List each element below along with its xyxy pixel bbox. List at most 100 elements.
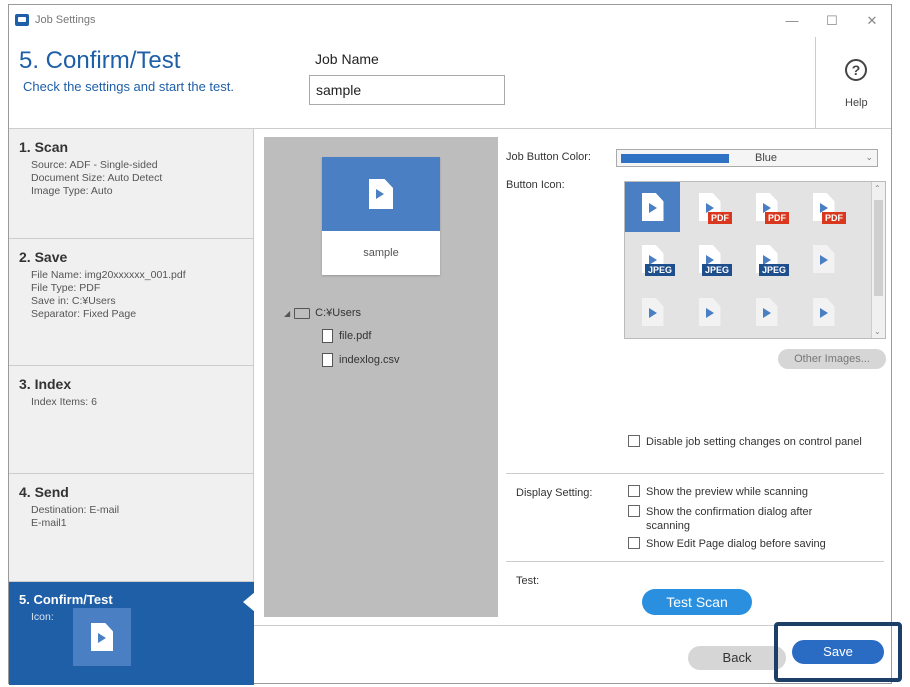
disable-changes-option[interactable]: Disable job setting changes on control p… <box>628 435 884 449</box>
icon-option-document-alt[interactable] <box>796 286 851 338</box>
step-save[interactable]: 2. Save File Name: img20xxxxxx_001.pdf F… <box>9 239 254 366</box>
page-subtitle: Check the settings and start the test. <box>23 79 235 94</box>
minimize-button[interactable]: — <box>777 11 807 31</box>
chevron-up-icon[interactable]: ⌃ <box>874 184 881 193</box>
display-option-edit-page[interactable]: Show Edit Page dialog before saving <box>628 537 884 551</box>
window-title: Job Settings <box>35 14 96 26</box>
app-icon <box>15 14 29 26</box>
tree-file-pdf[interactable]: file.pdf <box>322 329 371 343</box>
step-scan[interactable]: 1. Scan Source: ADF - Single-sided Docum… <box>9 129 254 239</box>
step-title: 4. Send <box>19 484 69 500</box>
pdf-badge: PDF <box>822 212 846 224</box>
icon-gallery-scrollbar[interactable]: ⌃ ⌄ <box>871 182 885 338</box>
step-title: 2. Save <box>19 249 68 265</box>
header: 5. Confirm/Test Check the settings and s… <box>9 37 891 129</box>
job-name-label: Job Name <box>315 51 379 67</box>
document-play-icon <box>641 298 664 326</box>
file-icon <box>322 353 333 367</box>
other-images-button[interactable]: Other Images... <box>778 349 886 369</box>
display-option-label: Show the preview while scanning <box>646 486 809 498</box>
test-scan-button[interactable]: Test Scan <box>642 589 752 615</box>
step-detail: Icon: <box>31 611 54 623</box>
step-detail: Image Type: Auto <box>31 185 113 197</box>
document-play-icon <box>91 623 113 651</box>
tree-file-csv[interactable]: indexlog.csv <box>322 353 400 367</box>
save-button[interactable]: Save <box>792 640 884 664</box>
test-label: Test: <box>516 575 540 587</box>
document-play-icon <box>812 298 835 326</box>
icon-option-pdf-mono[interactable]: PDF <box>796 182 851 232</box>
job-name-input[interactable] <box>309 75 505 105</box>
step-detail: File Name: img20xxxxxx_001.pdf <box>31 269 186 281</box>
job-button-color-label: Job Button Color: <box>506 151 591 163</box>
tree-file-label: indexlog.csv <box>339 354 400 366</box>
icon-option-pdf-color[interactable]: PDF <box>739 182 794 232</box>
edit-page-checkbox[interactable] <box>628 537 640 549</box>
scrollbar-thumb[interactable] <box>874 200 883 296</box>
icon-option-jpeg-mono[interactable]: JPEG <box>739 234 794 284</box>
document-play-icon <box>641 193 664 221</box>
settings-panel: Job Button Color: Blue ⌄ Button Icon: PD… <box>506 137 886 617</box>
help-icon[interactable]: ? <box>845 59 867 81</box>
step-title: 3. Index <box>19 376 72 392</box>
tree-folder-users[interactable]: ◢ C:¥Users <box>284 307 361 319</box>
document-play-icon <box>698 298 721 326</box>
close-button[interactable]: ✕ <box>857 11 887 31</box>
step-index[interactable]: 3. Index Index Items: 6 <box>9 366 254 474</box>
maximize-button[interactable]: ☐ <box>817 11 847 31</box>
display-option-confirmation[interactable]: Show the confirmation dialog after scann… <box>628 505 854 533</box>
display-option-label: Show the confirmation dialog after scann… <box>646 506 813 532</box>
document-play-icon <box>755 298 778 326</box>
active-step-pointer <box>243 592 255 612</box>
tree-folder-label: C:¥Users <box>315 307 361 319</box>
job-button-preview-icon <box>322 157 440 231</box>
step-detail: File Type: PDF <box>31 282 101 294</box>
job-settings-window: Job Settings — ☐ ✕ 5. Confirm/Test Check… <box>8 4 892 685</box>
document-play-icon <box>812 245 835 273</box>
back-button[interactable]: Back <box>688 646 786 670</box>
job-button-icon <box>73 608 131 666</box>
steps-sidebar: 1. Scan Source: ADF - Single-sided Docum… <box>9 129 255 685</box>
button-icon-gallery[interactable]: PDF PDF PDF JPEG JPEG JPEG ⌃ ⌄ <box>624 181 886 339</box>
help-label[interactable]: Help <box>845 97 868 109</box>
step-detail: Document Size: Auto Detect <box>31 172 163 184</box>
save-highlight-frame: Save <box>774 622 902 682</box>
folder-icon <box>294 307 311 319</box>
job-button-color-select[interactable]: Blue ⌄ <box>616 149 878 167</box>
tree-expand-icon[interactable]: ◢ <box>284 309 290 318</box>
help-divider <box>815 37 816 129</box>
icon-option-document-list[interactable] <box>796 234 851 284</box>
confirmation-checkbox[interactable] <box>628 505 640 517</box>
jpeg-badge: JPEG <box>702 264 733 276</box>
chevron-down-icon[interactable]: ⌄ <box>874 327 881 336</box>
step-confirm-test[interactable]: 5. Confirm/Test Icon: <box>9 582 255 685</box>
step-detail: Destination: E-mail <box>31 504 120 516</box>
icon-option-pdf[interactable]: PDF <box>682 182 737 232</box>
step-title: 5. Confirm/Test <box>19 592 113 607</box>
color-select-value: Blue <box>755 152 778 164</box>
step-detail: E-mail1 <box>31 517 67 529</box>
pdf-badge: PDF <box>765 212 789 224</box>
icon-option-document[interactable] <box>625 182 680 232</box>
display-option-preview[interactable]: Show the preview while scanning <box>628 485 884 499</box>
display-setting-label: Display Setting: <box>516 487 593 499</box>
icon-option-jpeg[interactable]: JPEG <box>625 234 680 284</box>
tree-file-label: file.pdf <box>339 330 372 342</box>
step-detail: Index Items: 6 <box>31 396 97 408</box>
step-title: 1. Scan <box>19 139 69 155</box>
display-option-label: Show Edit Page dialog before saving <box>646 538 826 550</box>
title-bar: Job Settings — ☐ ✕ <box>9 5 891 37</box>
jpeg-badge: JPEG <box>759 264 790 276</box>
document-play-icon <box>369 179 393 209</box>
divider <box>506 473 884 474</box>
step-detail: Source: ADF - Single-sided <box>31 159 158 171</box>
file-icon <box>322 329 333 343</box>
disable-changes-checkbox[interactable] <box>628 435 640 447</box>
step-send[interactable]: 4. Send Destination: E-mail E-mail1 <box>9 474 254 582</box>
icon-option-document-alt[interactable] <box>625 286 680 338</box>
preview-checkbox[interactable] <box>628 485 640 497</box>
icon-option-jpeg-color[interactable]: JPEG <box>682 234 737 284</box>
icon-option-document-alt[interactable] <box>739 286 794 338</box>
icon-option-document-alt[interactable] <box>682 286 737 338</box>
chevron-down-icon: ⌄ <box>865 152 873 162</box>
